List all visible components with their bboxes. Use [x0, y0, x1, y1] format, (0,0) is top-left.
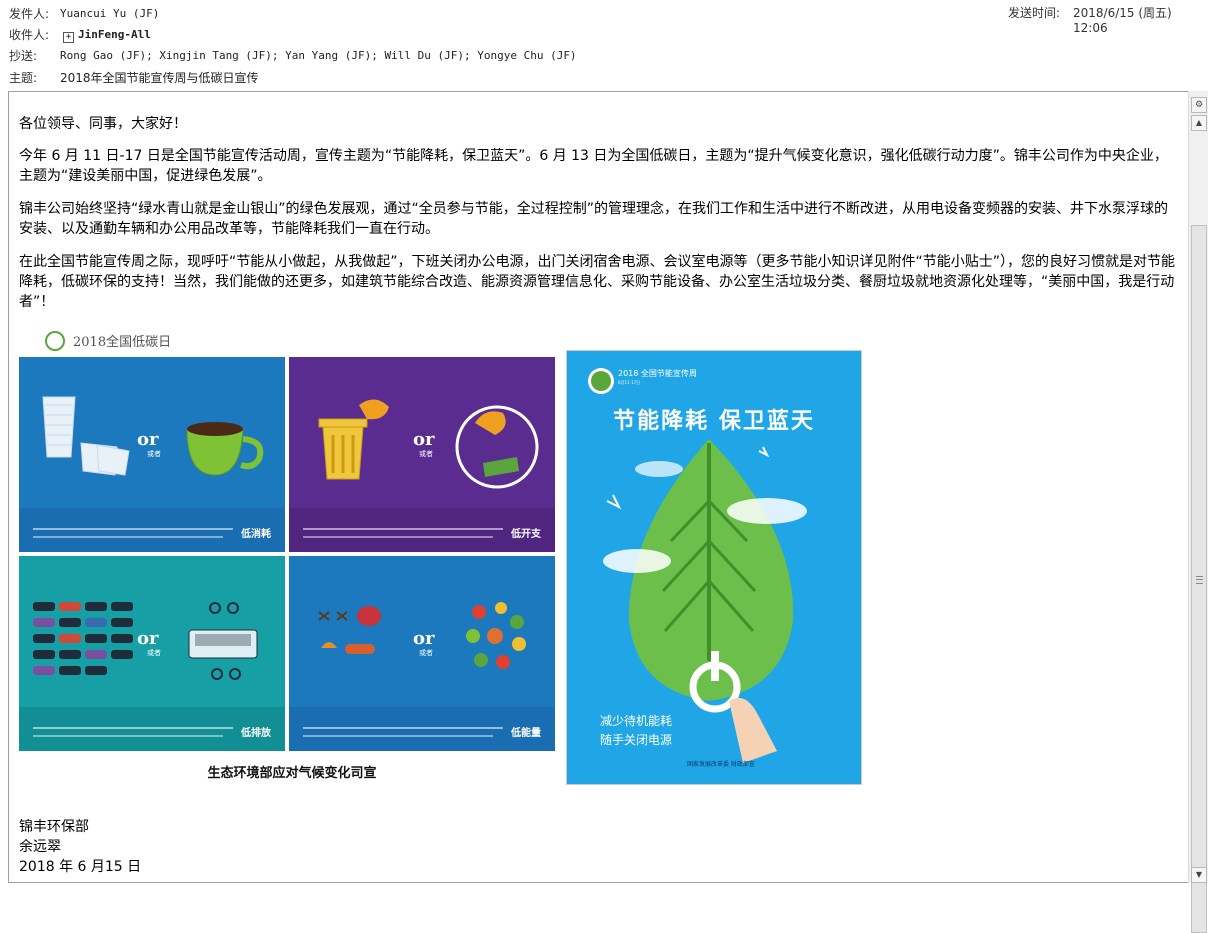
cell-caption-line [33, 528, 233, 530]
poster-line-1: 减少待机能耗 [600, 714, 673, 728]
scroll-up-icon[interactable]: ▲ [1191, 115, 1207, 131]
scroll-down-icon[interactable]: ▼ [1191, 867, 1207, 883]
message-body[interactable]: 各位领导、同事，大家好！ 今年 6 月 11 日-17 日是全国节能宣传活动周，… [8, 91, 1190, 883]
paragraph-3: 在此全国节能宣传周之际，现呼吁“节能从小做起，从我做起”，下班关闭办公电源，出门… [19, 254, 1176, 310]
poster-small-title: 2018 全国节能宣传周 [618, 369, 697, 378]
security-icon[interactable]: ⚙ [1191, 97, 1207, 113]
cell-low-consumption: or 或者 低消耗 [19, 357, 285, 552]
svg-text:或者: 或者 [147, 648, 161, 657]
greeting: 各位领导、同事，大家好！ [19, 116, 187, 132]
poster-date: 6月11-17日 [618, 380, 641, 385]
signature-name: 余远翠 [19, 839, 61, 855]
cell-caption-line [33, 727, 233, 729]
signature-date: 2018 年 6 月15 日 [19, 859, 142, 875]
signature: 锦丰环保部 余远翠 2018 年 6 月15 日 [19, 817, 141, 877]
poster-line-2: 随手关闭电源 [600, 733, 673, 747]
grip-icon [1196, 576, 1203, 584]
signature-dept: 锦丰环保部 [19, 819, 89, 835]
cell-tag: 低能量 [511, 728, 541, 739]
poster-main-title: 节能降耗 保卫蓝天 [613, 409, 815, 434]
low-carbon-title: 2018全国低碳日 [73, 335, 172, 350]
subject-row: 主题: 2018年全国节能宣传周与低碳日宣传 [0, 67, 1208, 89]
vertical-scrollbar[interactable]: ⚙ ▲ ▼ [1188, 91, 1208, 933]
svg-text:or: or [413, 429, 435, 450]
cell-tag: 低开支 [511, 529, 541, 540]
subject-value: 2018年全国节能宣传周与低碳日宣传 [60, 71, 259, 85]
sent-value: 2018/6/15 (周五) 12:06 [1073, 6, 1172, 35]
group-expand-icon[interactable]: + [63, 32, 74, 43]
email-header: 发件人: Yuancui Yu (JF) 收件人: + JinFeng-All 抄… [0, 0, 1208, 92]
cell-tag: 低消耗 [241, 529, 271, 540]
poster-footer: 国家发展改革委 财政部宣 [687, 761, 755, 768]
from-label: 发件人: [9, 7, 50, 21]
cell-low-energy: or 或者 低能量 [289, 556, 555, 751]
to-value-wrap[interactable]: + JinFeng-All [63, 24, 151, 46]
scroll-thumb[interactable] [1191, 225, 1207, 933]
cell-caption-line [303, 528, 503, 530]
cc-label: 抄送: [9, 49, 38, 63]
subject-label: 主题: [9, 71, 38, 85]
cell-caption-line [303, 536, 493, 538]
low-carbon-logo-icon [45, 331, 65, 351]
to-label: 收件人: [9, 28, 50, 42]
low-carbon-footer: 生态环境部应对气候变化司宣 [207, 766, 377, 781]
svg-text:或者: 或者 [419, 449, 433, 458]
energy-saving-poster[interactable]: 2018 全国节能宣传周 6月11-17日 节能降耗 保卫蓝天 减少待机能耗 随… [566, 350, 862, 785]
from-value[interactable]: Yuancui Yu (JF) [60, 3, 159, 25]
or-text-1: or [137, 429, 159, 450]
cell-caption-line [33, 735, 223, 737]
cell-low-spending: or 或者 低开支 [289, 357, 555, 552]
to-value[interactable]: JinFeng-All [78, 28, 151, 41]
cell-low-emission: or 或者 低排放 [19, 556, 285, 751]
paragraph-1: 今年 6 月 11 日-17 日是全国节能宣传活动周，宣传主题为“节能降耗，保卫… [19, 148, 1168, 184]
svg-text:或者: 或者 [419, 648, 433, 657]
svg-text:or: or [413, 628, 435, 649]
low-carbon-day-image[interactable]: 2018全国低碳日 or 或者 低消耗 or 或者 低开支 or 或者 低排放 … [19, 325, 565, 785]
cell-caption-line [303, 727, 503, 729]
sent-label: 发送时间: [1008, 6, 1061, 20]
svg-text:或者: 或者 [147, 449, 161, 458]
cell-caption-line [303, 735, 493, 737]
cc-row: 抄送: Rong Gao (JF); Xingjin Tang (JF); Ya… [0, 45, 1208, 67]
cc-value[interactable]: Rong Gao (JF); Xingjin Tang (JF); Yan Ya… [60, 45, 577, 67]
paragraph-2: 锦丰公司始终坚持“绿水青山就是金山银山”的绿色发展观，通过“全员参与节能，全过程… [19, 201, 1169, 237]
to-row: 收件人: + JinFeng-All [0, 24, 1208, 46]
message-text: 各位领导、同事，大家好！ 今年 6 月 11 日-17 日是全国节能宣传活动周，… [19, 114, 1179, 325]
cell-caption-line [33, 536, 223, 538]
cell-tag: 低排放 [241, 728, 271, 739]
svg-text:or: or [137, 628, 159, 649]
low-carbon-header: 2018全国低碳日 [19, 325, 565, 351]
